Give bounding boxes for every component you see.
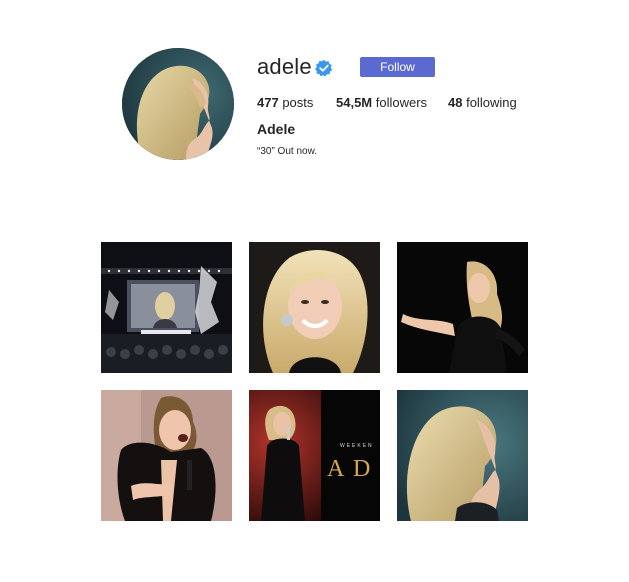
- performing-on-stage-photo-icon: [397, 242, 528, 373]
- followers-stat[interactable]: 54,5M followers: [336, 95, 427, 110]
- following-label: following: [466, 95, 517, 110]
- profile-portrait-photo-icon: [397, 390, 528, 521]
- post-tile-concert-stage[interactable]: [101, 242, 232, 373]
- following-stat[interactable]: 48 following: [448, 95, 517, 110]
- posts-count: 477: [257, 95, 279, 110]
- following-count: 48: [448, 95, 463, 110]
- singing-laughing-photo-icon: [101, 390, 232, 521]
- username: adele: [257, 54, 312, 79]
- full-name: Adele: [257, 121, 296, 137]
- post-tile-performing-stage[interactable]: [397, 242, 528, 373]
- posts-stat[interactable]: 477 posts: [257, 95, 313, 110]
- posts-label: posts: [282, 95, 314, 110]
- post-tile-weekend-adele[interactable]: WEEKEN A D E: [249, 390, 380, 521]
- weekend-overlay-text: WEEKEN: [340, 443, 374, 449]
- avatar-image: [122, 48, 234, 160]
- weekend-adele-photo-icon: WEEKEN A D E: [249, 390, 380, 521]
- smiling-portrait-photo-icon: [249, 242, 380, 373]
- post-tile-smiling-portrait[interactable]: [249, 242, 380, 373]
- followers-label: followers: [375, 95, 428, 110]
- adele-overlay-text: A D E: [327, 456, 380, 482]
- verified-badge-icon: [315, 59, 333, 77]
- avatar[interactable]: [122, 48, 234, 160]
- followers-count: 54,5M: [336, 95, 373, 110]
- follow-button[interactable]: Follow: [360, 57, 435, 77]
- post-tile-profile-portrait[interactable]: [397, 390, 528, 521]
- post-tile-singing[interactable]: [101, 390, 232, 521]
- concert-stage-photo-icon: [101, 242, 232, 373]
- bio: “30” Out now.: [257, 146, 318, 157]
